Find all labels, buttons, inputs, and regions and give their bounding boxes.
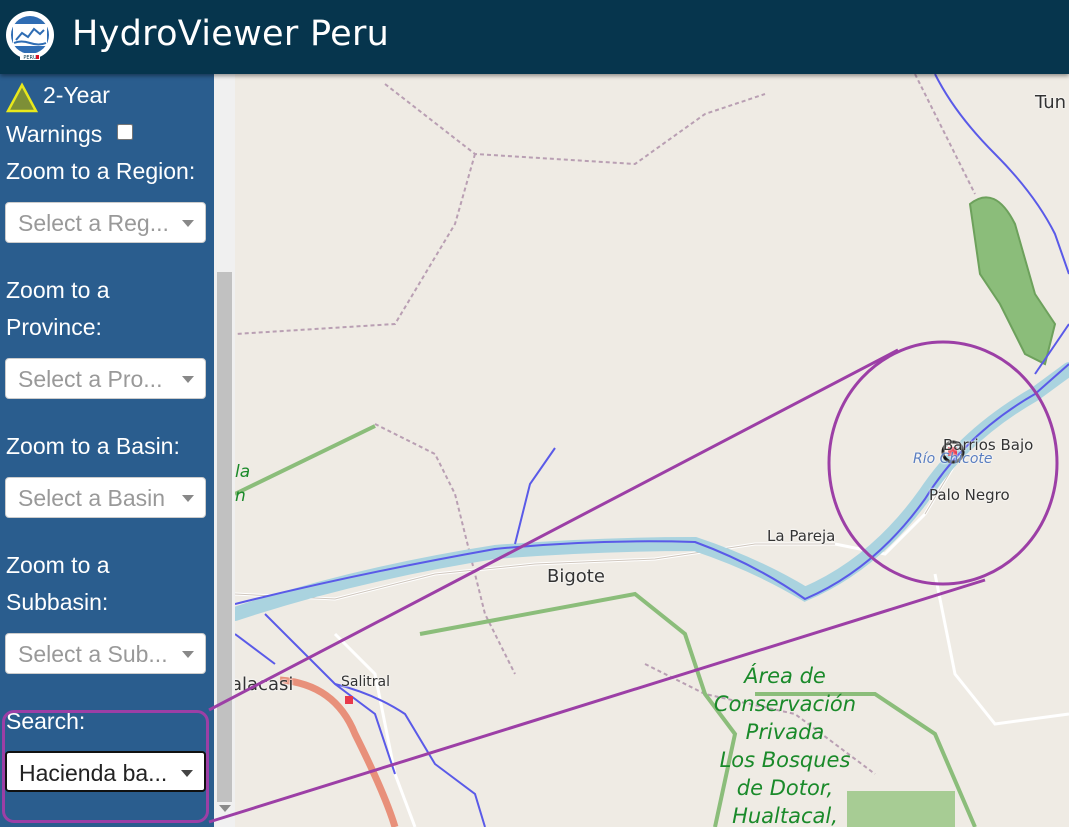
svg-text:PERU: PERU <box>23 55 37 61</box>
chevron-down-icon <box>182 376 194 383</box>
warnings-label: Warnings <box>6 121 103 147</box>
place-label: Tun <box>1035 92 1067 113</box>
hydroviewer-logo[interactable]: PERU <box>4 7 56 63</box>
map-view[interactable]: Tun Barrios Bajo Río Chicote Palo Negro … <box>235 74 1069 827</box>
region-select-value: Select a Reg... <box>18 210 169 236</box>
place-label: Bigote <box>547 566 605 587</box>
scrollbar-thumb[interactable] <box>217 272 232 802</box>
protected-area-label: Área de Conservación Privada Los Bosques… <box>713 664 857 827</box>
chevron-down-icon <box>182 651 194 658</box>
province-select-value: Select a Pro... <box>18 366 163 392</box>
river-label: Río Chicote <box>913 451 993 467</box>
place-label: Palo Negro <box>929 486 1010 504</box>
region-select[interactable]: Select a Reg... <box>5 202 206 243</box>
chevron-down-icon <box>182 495 194 502</box>
chevron-down-icon <box>182 220 194 227</box>
warning-triangle-icon <box>6 82 38 113</box>
basin-select[interactable]: Select a Basin <box>5 477 206 518</box>
area-label: n <box>235 486 246 506</box>
place-label: Salitral <box>341 674 390 690</box>
basin-select-value: Select a Basin <box>18 485 166 511</box>
province-select[interactable]: Select a Pro... <box>5 358 206 399</box>
subbasin-label-2: Subbasin: <box>6 589 109 615</box>
place-label: La Pareja <box>767 527 836 545</box>
province-label: Zoom to a <box>6 277 110 303</box>
subbasin-select-value: Select a Sub... <box>18 641 168 667</box>
app-title: HydroViewer Peru <box>72 14 390 54</box>
scroll-down-arrow-icon[interactable] <box>219 805 231 812</box>
app-header: PERU HydroViewer Peru <box>0 0 1069 74</box>
warning-level-label: 2-Year <box>43 82 110 108</box>
subbasin-label: Zoom to a <box>6 552 110 578</box>
region-label: Zoom to a Region: <box>6 158 196 184</box>
subbasin-select[interactable]: Select a Sub... <box>5 633 206 674</box>
place-label: alacasi <box>235 674 294 695</box>
basin-label: Zoom to a Basin: <box>6 433 180 459</box>
search-highlight <box>2 710 209 823</box>
warnings-checkbox[interactable] <box>117 124 133 140</box>
province-label-2: Province: <box>6 314 102 340</box>
